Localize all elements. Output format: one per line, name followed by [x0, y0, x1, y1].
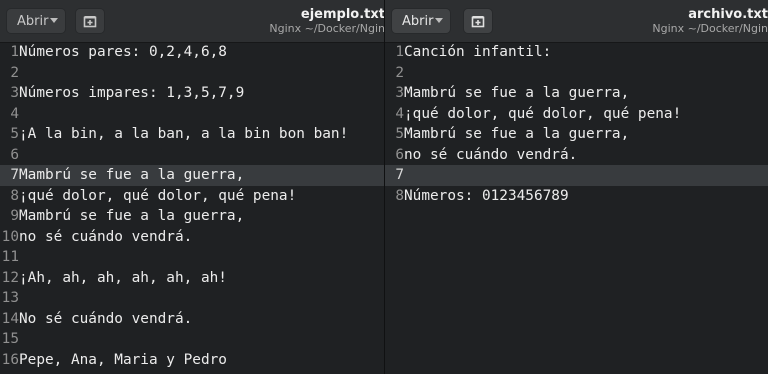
current-line: 7: [385, 165, 768, 186]
document-path: Nginx ~/Docker/Ngin: [269, 22, 385, 35]
window-divider: [384, 0, 385, 374]
document-title: archivo.txt: [688, 7, 768, 22]
chevron-down-icon: [50, 18, 58, 23]
line-text: no sé cuándo vendrá.: [404, 146, 578, 163]
editor-line: 13: [0, 288, 385, 309]
new-document-icon: [83, 15, 97, 27]
line-number: 14: [1, 310, 19, 327]
title-block: ejemplo.txt Nginx ~/Docker/Ngin: [269, 7, 385, 36]
header-bar: Abrir ejemplo.txt Nginx ~/Docker/Ngin: [0, 0, 385, 43]
line-number: 6: [10, 146, 19, 163]
editor-line: 4: [0, 104, 385, 125]
line-number: 5: [395, 126, 404, 142]
editor-line: 4¡qué dolor, qué dolor, qué pena!: [385, 104, 768, 125]
line-number: 12: [1, 269, 19, 286]
line-number: 13: [1, 290, 19, 306]
editor-line: 2: [385, 63, 768, 84]
line-number: 2: [10, 64, 19, 81]
editor-line: 6no sé cuándo vendrá.: [385, 145, 768, 166]
text-editor[interactable]: 1Números pares: 0,2,4,6,8 2 3Números imp…: [0, 42, 385, 374]
editor-line: 14No sé cuándo vendrá.: [0, 309, 385, 330]
line-number: 7: [10, 167, 19, 183]
open-button[interactable]: Abrir: [6, 8, 66, 34]
open-button-label: Abrir: [402, 13, 434, 29]
editor-line: 5Mambrú se fue a la guerra,: [385, 124, 768, 145]
text-editor[interactable]: 1Canción infantil: 2 3Mambrú se fue a la…: [385, 42, 768, 374]
new-document-button[interactable]: [75, 8, 105, 34]
line-number: 1: [395, 44, 404, 60]
line-text: Mambrú se fue a la guerra,: [19, 208, 245, 224]
line-number: 3: [10, 85, 19, 101]
chevron-down-icon: [435, 18, 443, 23]
editor-line: 1Números pares: 0,2,4,6,8: [0, 42, 385, 63]
line-number: 5: [10, 126, 19, 142]
line-number: 4: [395, 105, 404, 122]
line-number: 4: [10, 105, 19, 122]
editor-window-ejemplo: Abrir ejemplo.txt Nginx ~/Docker/Ngin 1N…: [0, 0, 385, 374]
editor-line: 3Números impares: 1,3,5,7,9: [0, 83, 385, 104]
editor-line: 12¡Ah, ah, ah, ah, ah, ah!: [0, 268, 385, 289]
line-text: Pepe, Ana, Maria y Pedro: [19, 351, 227, 368]
line-text: Mambrú se fue a la guerra,: [404, 85, 630, 101]
open-button[interactable]: Abrir: [391, 8, 451, 34]
line-number: 7: [395, 167, 404, 183]
line-text: Mambrú se fue a la guerra,: [404, 126, 630, 142]
line-text: Canción infantil:: [404, 44, 552, 60]
editor-line: 6: [0, 145, 385, 166]
editor-line: 1Canción infantil:: [385, 42, 768, 63]
line-text: Números: 0123456789: [404, 187, 569, 204]
line-number: 2: [395, 64, 404, 81]
header-bar: Abrir archivo.txt Nginx ~/Docker/Ngin: [385, 0, 768, 43]
document-path: Nginx ~/Docker/Ngin: [652, 22, 768, 35]
line-text: Números pares: 0,2,4,6,8: [19, 44, 227, 60]
editor-line: 11: [0, 247, 385, 268]
document-title: ejemplo.txt: [300, 7, 385, 22]
line-text: no sé cuándo vendrá.: [19, 228, 193, 245]
line-number: 1: [10, 44, 19, 60]
line-text: Mambrú se fue a la guerra,: [19, 167, 245, 183]
line-number: 3: [395, 85, 404, 101]
line-text: ¡A la bin, a la ban, a la bin bon ban!: [19, 126, 349, 142]
line-number: 15: [1, 331, 19, 347]
line-number: 8: [10, 187, 19, 204]
editor-line: 16Pepe, Ana, Maria y Pedro: [0, 350, 385, 371]
editor-line: 3Mambrú se fue a la guerra,: [385, 83, 768, 104]
line-text: Números impares: 1,3,5,7,9: [19, 85, 245, 101]
line-text: No sé cuándo vendrá.: [19, 310, 193, 327]
line-number: 8: [395, 187, 404, 204]
editor-line: 8Números: 0123456789: [385, 186, 768, 207]
line-text: ¡qué dolor, qué dolor, qué pena!: [404, 105, 682, 122]
editor-line: 10no sé cuándo vendrá.: [0, 227, 385, 248]
line-text: ¡Ah, ah, ah, ah, ah, ah!: [19, 269, 227, 286]
line-number: 10: [1, 228, 19, 245]
open-button-label: Abrir: [17, 13, 49, 29]
line-number: 16: [1, 351, 19, 368]
line-number: 9: [10, 208, 19, 224]
new-document-button[interactable]: [463, 8, 493, 34]
editor-line: 5¡A la bin, a la ban, a la bin bon ban!: [0, 124, 385, 145]
new-document-icon: [471, 15, 485, 27]
line-text: ¡qué dolor, qué dolor, qué pena!: [19, 187, 297, 204]
line-number: 11: [1, 249, 19, 265]
editor-line: 8¡qué dolor, qué dolor, qué pena!: [0, 186, 385, 207]
editor-window-archivo: Abrir archivo.txt Nginx ~/Docker/Ngin 1C…: [385, 0, 768, 374]
title-block: archivo.txt Nginx ~/Docker/Ngin: [652, 7, 768, 36]
current-line: 7Mambrú se fue a la guerra,: [0, 165, 385, 186]
editor-line: 9Mambrú se fue a la guerra,: [0, 206, 385, 227]
editor-line: 2: [0, 63, 385, 84]
line-number: 6: [395, 146, 404, 163]
editor-line: 15: [0, 329, 385, 350]
